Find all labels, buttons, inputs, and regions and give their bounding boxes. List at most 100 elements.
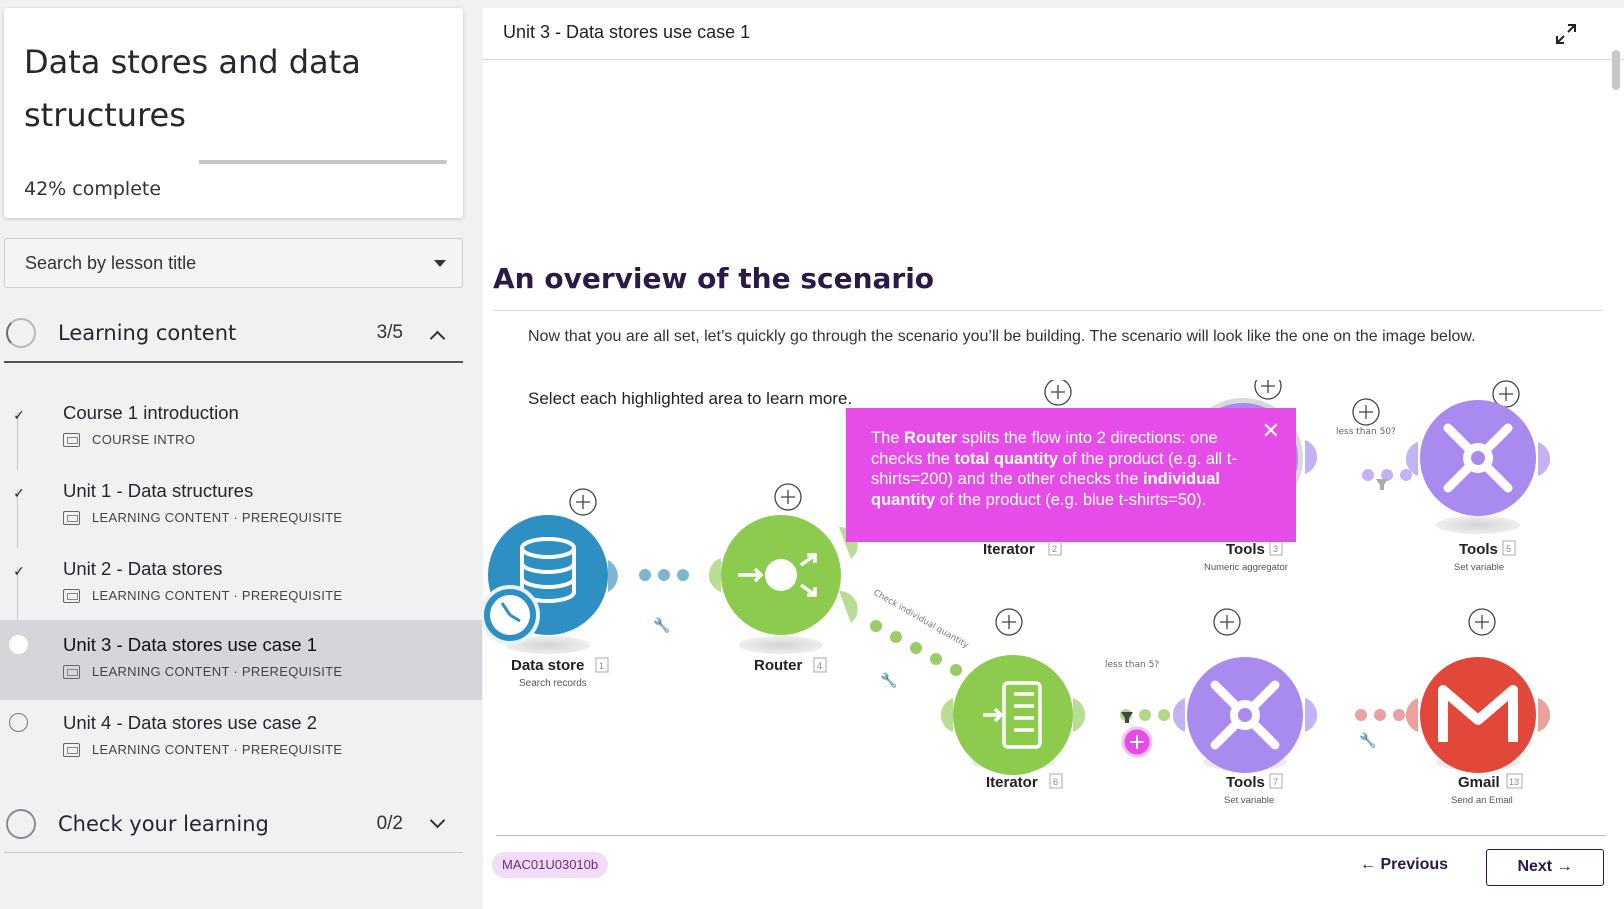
select-hint: Select each highlighted area to learn mo… — [528, 389, 853, 408]
check-icon: ✓ — [13, 407, 25, 423]
filter-label: less than 50? — [1336, 427, 1396, 437]
intro-paragraph: Now that you are all set, let’s quickly … — [528, 328, 1476, 345]
lesson-code-badge: MAC01U03010b — [492, 852, 609, 878]
add-module-button[interactable] — [1468, 608, 1496, 636]
section-heading: An overview of the scenario — [493, 262, 935, 295]
scrollbar-thumb[interactable] — [1612, 50, 1620, 90]
progress-text: 42% complete — [24, 178, 161, 200]
incomplete-lesson-icon — [9, 713, 28, 732]
section-progress-ring-icon — [6, 318, 36, 348]
learning-content-icon — [63, 664, 80, 679]
section-label: Learning content — [58, 321, 237, 345]
node-subtitle: Send an Email — [1451, 795, 1513, 806]
dropdown-caret-icon — [434, 260, 446, 267]
node-subtitle: Search records — [519, 678, 587, 689]
node-number: 1 — [599, 661, 604, 671]
node-number: 4 — [817, 661, 822, 671]
node-label: Iterator — [986, 774, 1038, 791]
next-button[interactable]: Next → — [1486, 849, 1604, 886]
course-intro-icon — [63, 432, 80, 447]
add-module-button[interactable] — [1044, 380, 1072, 406]
node-iterator-top[interactable]: Iterator 2 — [983, 540, 1062, 558]
check-icon: ✓ — [13, 563, 25, 579]
node-label: Tools — [1226, 774, 1265, 791]
node-number: 5 — [1506, 544, 1511, 554]
course-card: Data stores and data structures 42% comp… — [4, 8, 463, 218]
wrench-icon[interactable]: 🔧 — [880, 671, 897, 689]
progress-suffix: complete — [66, 178, 162, 200]
section-label: Check your learning — [58, 811, 269, 836]
progress-bar-fill — [199, 160, 304, 164]
add-module-button[interactable] — [569, 488, 597, 516]
node-subtitle: Set variable — [1454, 562, 1504, 573]
search-placeholder: Search by lesson title — [25, 252, 197, 273]
add-module-button[interactable] — [1352, 398, 1380, 426]
lesson-meta-text: COURSE INTRO — [92, 432, 196, 447]
close-icon[interactable]: ✕ — [1262, 420, 1280, 442]
node-data-store[interactable] — [483, 515, 618, 654]
lesson-header: Unit 3 - Data stores use case 1 — [483, 8, 1624, 60]
node-label: Router — [754, 657, 802, 674]
tooltip-bold: Router — [904, 429, 958, 447]
lesson-item[interactable]: ✓ Course 1 introduction COURSE INTRO — [0, 388, 482, 468]
connector-datastore-router — [639, 569, 689, 581]
lesson-item-active[interactable]: Unit 3 - Data stores use case 1 LEARNING… — [0, 620, 482, 700]
node-label: Gmail — [1458, 774, 1500, 791]
wrench-icon[interactable]: 🔧 — [653, 616, 670, 634]
lesson-search-dropdown[interactable]: Search by lesson title — [4, 238, 463, 288]
section-learning-content[interactable]: Learning content 3/5 — [4, 305, 463, 363]
wrench-icon[interactable]: 🔧 — [1359, 731, 1376, 749]
heading-divider — [493, 310, 1603, 311]
tooltip-text: The — [871, 429, 905, 447]
lesson-meta-text: LEARNING CONTENT · PREREQUISITE — [92, 664, 343, 679]
filter-funnel-icon[interactable] — [1376, 479, 1388, 490]
lesson-meta: COURSE INTRO — [63, 432, 195, 447]
learning-content-icon — [63, 742, 80, 757]
lesson-meta-text: LEARNING CONTENT · PREREQUISITE — [92, 588, 343, 603]
node-tools-5[interactable] — [1405, 400, 1551, 534]
node-iterator-6[interactable] — [940, 655, 1086, 775]
section-check-your-learning[interactable]: Check your learning 0/2 — [4, 795, 463, 853]
lesson-meta: LEARNING CONTENT · PREREQUISITE — [63, 510, 342, 525]
node-number: 6 — [1053, 777, 1058, 787]
section-progress-ring-icon — [6, 808, 36, 839]
add-module-button[interactable] — [995, 608, 1023, 636]
progress-value: 42% — [24, 178, 67, 200]
connector-tools-gmail — [1355, 709, 1405, 721]
chevron-up-icon[interactable] — [429, 330, 446, 347]
node-tools-7[interactable] — [1172, 657, 1318, 773]
expand-icon[interactable] — [1554, 22, 1578, 46]
add-module-button[interactable] — [774, 483, 802, 511]
node-gmail[interactable] — [1405, 657, 1551, 773]
route-label: Check individual quantity — [872, 588, 971, 651]
node-router[interactable] — [708, 515, 858, 654]
current-lesson-dot-icon — [9, 635, 28, 654]
node-number: 3 — [1273, 544, 1278, 554]
lesson-meta: LEARNING CONTENT · PREREQUISITE — [63, 664, 342, 679]
node-number: 13 — [1509, 777, 1519, 787]
tooltip-bold: total quantity — [954, 449, 1059, 468]
node-subtitle: Numeric aggregator — [1204, 562, 1288, 573]
lesson-item[interactable]: Unit 4 - Data stores use case 2 LEARNING… — [0, 698, 482, 778]
learning-content-icon — [63, 588, 80, 603]
chevron-down-icon[interactable] — [429, 812, 446, 829]
section-count: 3/5 — [376, 322, 403, 343]
previous-button[interactable]: ← Previous — [1360, 856, 1448, 874]
course-title: Data stores and data structures — [24, 43, 361, 134]
lesson-item[interactable]: ✓ Unit 1 - Data structures LEARNING CONT… — [0, 466, 482, 546]
add-filter-button[interactable] — [1121, 726, 1153, 758]
lesson-title: Course 1 introduction — [63, 402, 239, 423]
lesson-meta-text: LEARNING CONTENT · PREREQUISITE — [92, 510, 343, 525]
footer-divider — [496, 835, 1606, 836]
add-module-button[interactable] — [1254, 380, 1282, 400]
node-number: 7 — [1273, 777, 1278, 787]
add-module-button[interactable] — [1492, 380, 1520, 408]
lesson-item[interactable]: ✓ Unit 2 - Data stores LEARNING CONTENT … — [0, 544, 482, 624]
lesson-meta: LEARNING CONTENT · PREREQUISITE — [63, 742, 342, 757]
lesson-title: Unit 4 - Data stores use case 2 — [63, 712, 317, 733]
node-number: 2 — [1052, 544, 1057, 554]
learning-content-icon — [63, 510, 80, 525]
node-label: Tools — [1459, 541, 1498, 558]
lesson-title: Unit 3 - Data stores use case 1 — [63, 634, 317, 655]
add-module-button[interactable] — [1213, 608, 1241, 636]
